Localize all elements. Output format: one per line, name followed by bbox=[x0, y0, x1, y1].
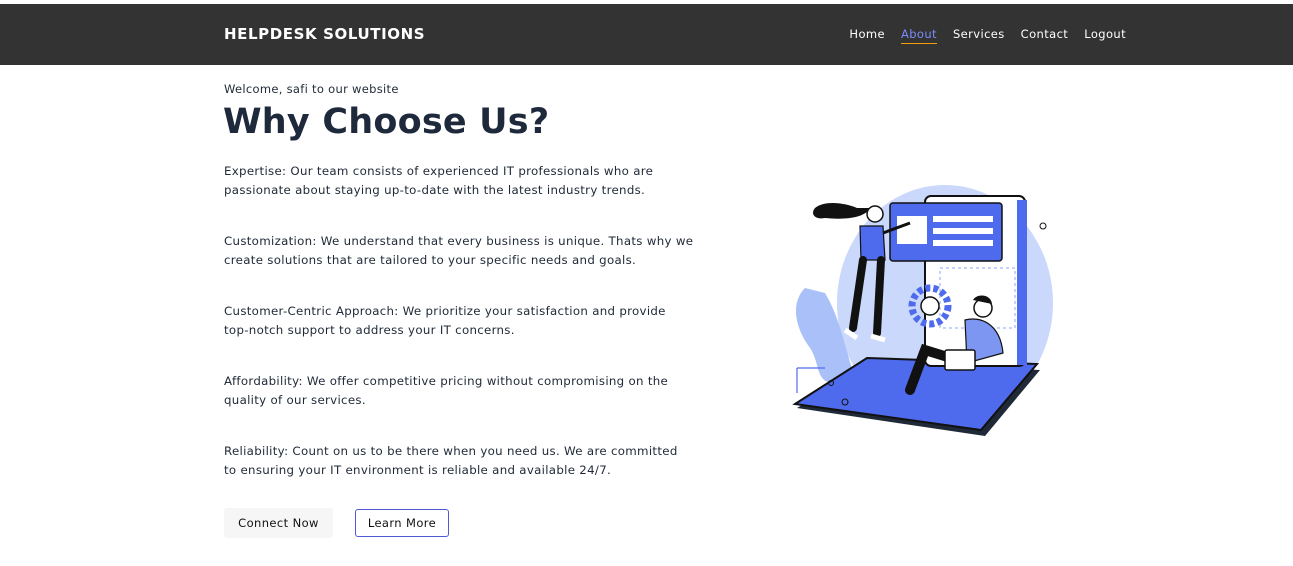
main-nav: Home About Services Contact Logout bbox=[849, 27, 1126, 44]
reason-customization: Customization: We understand that every … bbox=[224, 234, 694, 267]
nav-link-home[interactable]: Home bbox=[849, 27, 885, 44]
dashboard-line bbox=[933, 228, 993, 234]
woman-head bbox=[866, 205, 884, 223]
nav-link-about[interactable]: About bbox=[900, 27, 937, 44]
reason-expertise: Expertise: Our team consists of experien… bbox=[224, 164, 654, 197]
reason-customer-centric: Customer-Centric Approach: We prioritize… bbox=[224, 304, 666, 337]
helpdesk-illustration bbox=[792, 185, 1053, 436]
reason-affordability: Affordability: We offer competitive pric… bbox=[224, 374, 669, 407]
page-title: Why Choose Us? bbox=[223, 102, 550, 142]
nav-link-services[interactable]: Services bbox=[953, 27, 1005, 44]
welcome-message: Welcome, safi to our website bbox=[224, 82, 399, 96]
learn-more-button[interactable]: Learn More bbox=[355, 509, 449, 537]
woman-body bbox=[859, 225, 886, 261]
tablet-edge bbox=[1017, 200, 1027, 365]
gear-center bbox=[920, 296, 940, 316]
deco-circle bbox=[1039, 222, 1047, 230]
dashboard-block bbox=[897, 216, 927, 244]
connect-now-button[interactable]: Connect Now bbox=[224, 508, 333, 538]
nav-link-logout[interactable]: Logout bbox=[1084, 27, 1126, 44]
woman-hair bbox=[813, 203, 870, 219]
reasons-list: Expertise: Our team consists of experien… bbox=[224, 162, 694, 512]
dashboard-line bbox=[933, 240, 993, 246]
navbar: HELPDESK SOLUTIONS Home About Services C… bbox=[0, 4, 1293, 65]
reason-reliability: Reliability: Count on us to be there whe… bbox=[224, 444, 678, 477]
nav-link-contact[interactable]: Contact bbox=[1021, 27, 1069, 44]
brand-logo[interactable]: HELPDESK SOLUTIONS bbox=[224, 25, 425, 43]
dashboard-line bbox=[933, 216, 993, 222]
laptop-icon bbox=[944, 349, 976, 371]
